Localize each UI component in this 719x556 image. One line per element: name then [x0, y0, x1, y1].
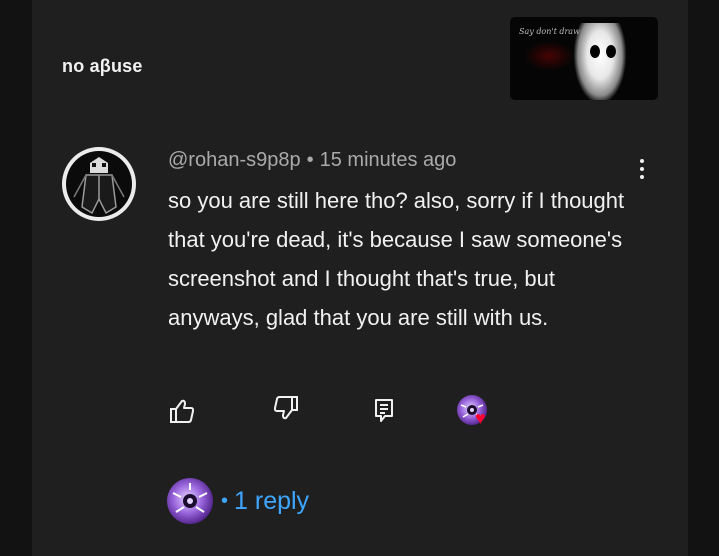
reply-avatar	[167, 478, 213, 524]
reply-button[interactable]	[370, 396, 398, 424]
thumbnail-eye-left	[590, 45, 600, 58]
creator-heart-badge: ♥	[457, 395, 499, 431]
replies-count[interactable]: • 1 reply	[221, 487, 309, 516]
thumbs-up-icon	[170, 399, 195, 423]
author-avatar[interactable]	[62, 147, 136, 221]
post-caption: no aβuse	[62, 56, 143, 76]
comment-header: @rohan-s9p8p • 15 minutes ago	[168, 149, 456, 172]
vertical-ellipsis-icon	[640, 159, 644, 163]
like-button[interactable]	[168, 397, 196, 425]
thumbs-down-icon	[273, 396, 298, 420]
reply-comment-icon	[375, 399, 393, 422]
reply-avatar-art	[172, 483, 208, 513]
thumbnail-eye-right	[606, 45, 616, 58]
header-separator: •	[306, 149, 314, 171]
comment-text: so you are still here tho? also, sorry i…	[168, 188, 625, 330]
thumbnail-figure	[574, 23, 626, 100]
view-replies-button[interactable]: • 1 reply	[167, 478, 309, 524]
avatar-figure-icon	[66, 151, 132, 217]
dislike-button[interactable]	[272, 394, 300, 422]
thumbnail-red-blur	[524, 41, 574, 71]
comment-panel: no aβuse Say don't draw @rohan-s9p8p • 15 …	[32, 0, 688, 556]
thumbnail-scribble: Say don't draw	[519, 27, 580, 36]
replies-separator: •	[221, 489, 229, 512]
replies-label[interactable]: 1 reply	[234, 487, 309, 515]
creator-heart-icon: ♥	[475, 408, 486, 428]
comment-author[interactable]: @rohan-s9p8p	[168, 149, 301, 171]
comment-timestamp: 15 minutes ago	[319, 149, 457, 171]
post-thumbnail[interactable]: Say don't draw	[510, 17, 658, 100]
